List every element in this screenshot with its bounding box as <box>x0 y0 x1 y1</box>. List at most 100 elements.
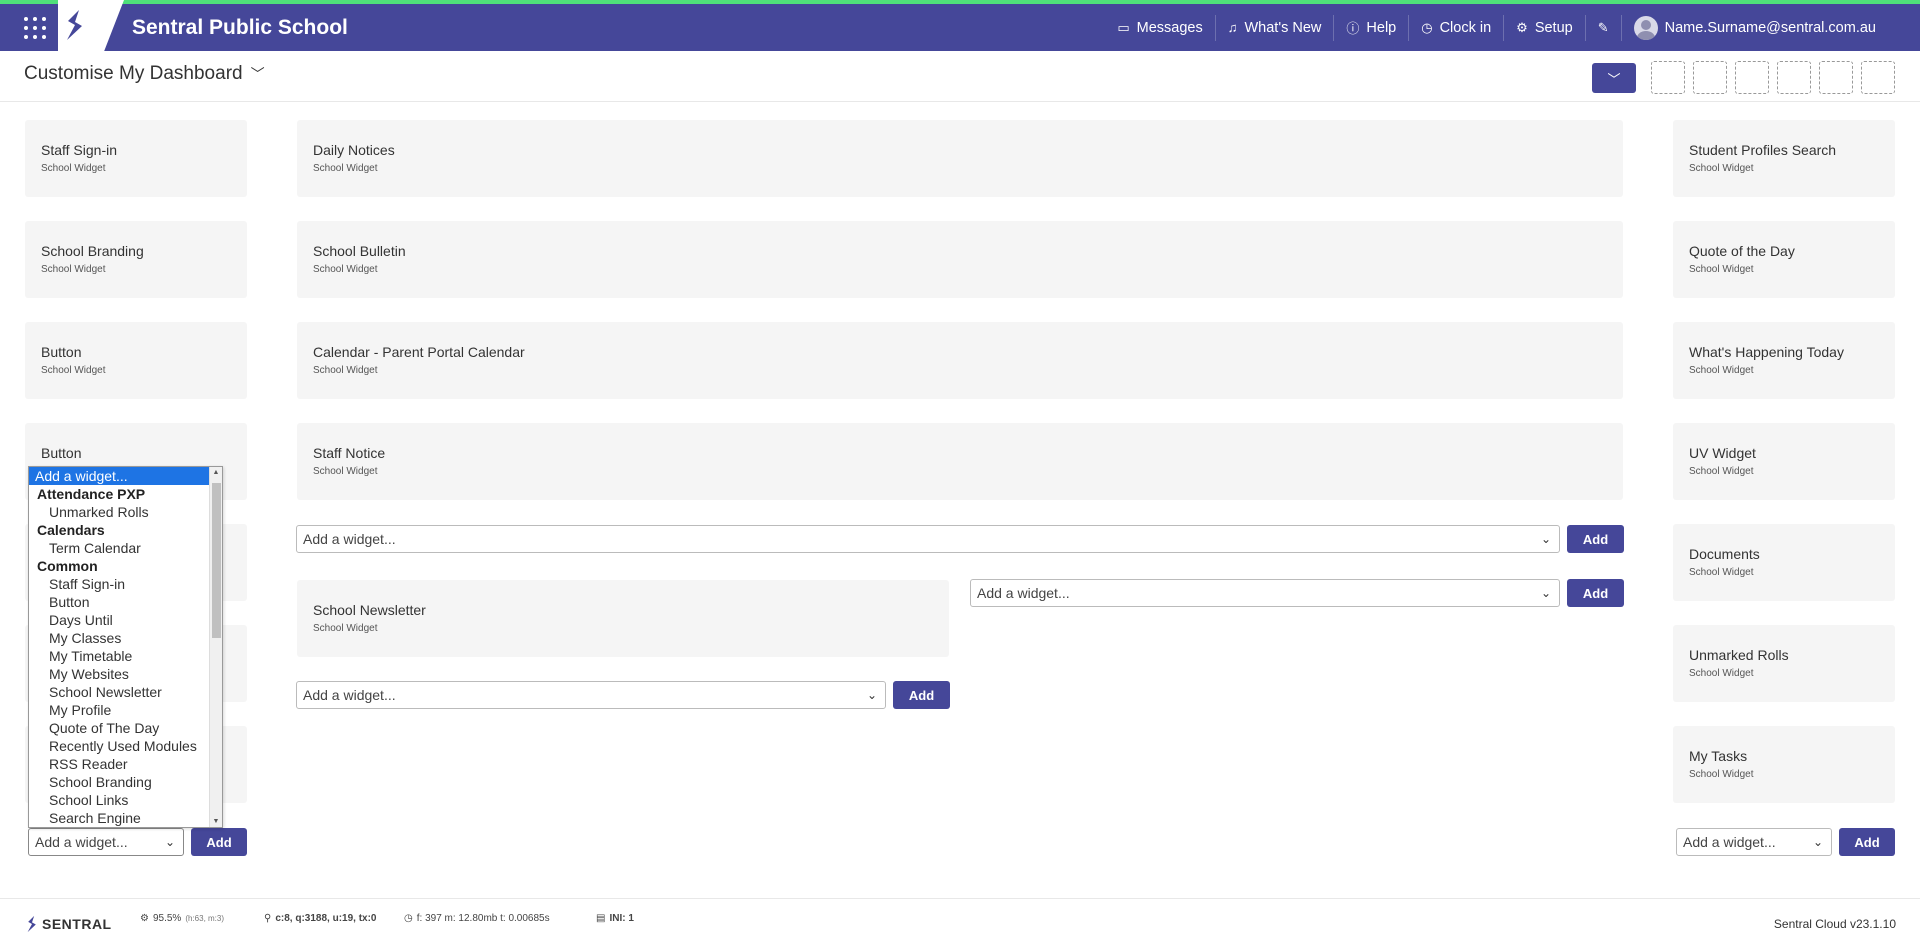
school-name: Sentral Public School <box>132 16 348 39</box>
widget-card[interactable]: Daily Notices School Widget <box>297 120 1623 197</box>
widget-subtitle: School Widget <box>1689 264 1754 275</box>
dropdown-option[interactable]: My Timetable <box>29 647 222 665</box>
chevron-down-icon: ⌄ <box>1540 532 1551 546</box>
cache-stat-value: 95.5% <box>152 913 182 924</box>
widget-card[interactable]: Staff Sign-in School Widget <box>25 120 247 197</box>
dropdown-option[interactable]: My Classes <box>29 629 222 647</box>
magic-wand-button[interactable]: ✎ <box>1586 14 1622 41</box>
setup-link[interactable]: ⚙ Setup <box>1504 14 1586 41</box>
layout-option[interactable] <box>1693 61 1727 94</box>
dropdown-option[interactable]: Button <box>29 593 222 611</box>
widget-card[interactable]: Button School Widget <box>25 322 247 399</box>
widget-card[interactable]: Student Profiles Search School Widget <box>1673 120 1895 197</box>
scroll-down-icon[interactable]: ▼ <box>210 818 222 825</box>
widget-card[interactable]: Unmarked Rolls School Widget <box>1673 625 1895 702</box>
add-widget-select[interactable]: Add a widget... ⌄ <box>296 525 1560 553</box>
sentral-s-icon <box>67 10 82 40</box>
gears-icon: ⚙ <box>140 913 149 924</box>
user-menu[interactable]: Name.Surname@sentral.com.au <box>1622 15 1888 41</box>
clock-in-link[interactable]: ◷ Clock in <box>1409 14 1505 41</box>
dropdown-group-label: Common <box>37 558 98 574</box>
layout-option[interactable] <box>1861 61 1895 94</box>
dropdown-option-selected[interactable]: Add a widget... <box>29 467 222 485</box>
dropdown-group-label: Attendance PXP <box>37 486 146 502</box>
layout-option[interactable] <box>1735 61 1769 94</box>
add-widget-button[interactable]: Add <box>893 681 950 709</box>
customise-dashboard-dropdown[interactable]: Customise My Dashboard ﹀ <box>24 63 265 85</box>
sentral-logo[interactable] <box>58 0 124 51</box>
widget-card[interactable]: School Bulletin School Widget <box>297 221 1623 298</box>
top-navigation-bar: Sentral Public School ▭ Messages ♫ What'… <box>0 0 1920 51</box>
add-widget-select[interactable]: Add a widget... ⌄ <box>296 681 886 709</box>
dropdown-option[interactable]: Quote of The Day <box>29 719 222 737</box>
add-widget-select-value: Add a widget... <box>303 687 396 703</box>
widget-subtitle: School Widget <box>313 163 378 174</box>
help-link[interactable]: ⓘ Help <box>1334 14 1410 41</box>
dropdown-option[interactable]: Search Engine <box>29 809 222 827</box>
widget-card[interactable]: My Tasks School Widget <box>1673 726 1895 803</box>
dropdown-option[interactable]: Recently Used Modules <box>29 737 222 755</box>
clock-icon: ◷ <box>404 913 413 924</box>
add-widget-dropdown-list[interactable]: Add a widget... Attendance PXP Unmarked Ro… <box>28 466 223 828</box>
dropdown-option[interactable]: My Profile <box>29 701 222 719</box>
dropdown-option[interactable]: School Links <box>29 791 222 809</box>
dropdown-option[interactable]: School Branding <box>29 773 222 791</box>
add-widget-button[interactable]: Add <box>1567 525 1624 553</box>
widget-title: Documents <box>1689 546 1760 562</box>
widget-title: Quote of the Day <box>1689 243 1795 259</box>
app-launcher-icon[interactable] <box>24 17 46 39</box>
widget-card[interactable]: Quote of the Day School Widget <box>1673 221 1895 298</box>
scrollbar[interactable]: ▲ ▼ <box>209 467 222 827</box>
chevron-down-icon: ⌄ <box>1540 586 1551 600</box>
widget-card[interactable]: School Newsletter School Widget <box>297 580 949 657</box>
widget-card[interactable]: Calendar - Parent Portal Calendar School… <box>297 322 1623 399</box>
layout-option[interactable] <box>1651 61 1685 94</box>
widget-subtitle: School Widget <box>41 264 106 275</box>
dropdown-option[interactable]: Term Calendar <box>29 539 222 557</box>
widget-subtitle: School Widget <box>313 623 378 634</box>
chevron-down-icon: ﹀ <box>250 66 265 82</box>
dropdown-option[interactable]: Staff Sign-in <box>29 575 222 593</box>
dropdown-option[interactable]: School Newsletter <box>29 683 222 701</box>
widget-card[interactable]: School Branding School Widget <box>25 221 247 298</box>
dropdown-option[interactable]: My Websites <box>29 665 222 683</box>
add-widget-button[interactable]: Add <box>1567 579 1624 607</box>
setup-label: Setup <box>1534 19 1573 36</box>
add-widget-select[interactable]: Add a widget... ⌄ <box>970 579 1560 607</box>
widget-card[interactable]: Staff Notice School Widget <box>297 423 1623 500</box>
ini-stat: ▤ INI: 1 <box>596 913 634 924</box>
layout-option[interactable] <box>1819 61 1853 94</box>
search-icon: ⚲ <box>264 913 272 924</box>
widget-subtitle: School Widget <box>1689 466 1754 477</box>
widget-subtitle: School Widget <box>1689 769 1754 780</box>
top-nav-menu: ▭ Messages ♫ What's New ⓘ Help ◷ Clock i… <box>1105 4 1888 51</box>
add-widget-select[interactable]: Add a widget... ⌄ <box>1676 828 1832 856</box>
page-footer: SENTRAL ⚙ 95.5% (h:63, m:3) ⚲ c:8, q:318… <box>0 898 1920 947</box>
add-widget-button[interactable]: Add <box>1839 828 1895 856</box>
chevron-down-icon: ⌄ <box>866 688 877 702</box>
dropdown-option[interactable]: Days Until <box>29 611 222 629</box>
whats-new-link[interactable]: ♫ What's New <box>1216 14 1335 41</box>
user-email: Name.Surname@sentral.com.au <box>1664 19 1876 36</box>
add-widget-button[interactable]: Add <box>191 828 247 856</box>
layout-option[interactable] <box>1777 61 1811 94</box>
widget-subtitle: School Widget <box>313 365 378 376</box>
widget-card[interactable]: UV Widget School Widget <box>1673 423 1895 500</box>
layout-dropdown-button[interactable]: ﹀ <box>1592 63 1636 93</box>
chevron-down-icon: ﹀ <box>1607 71 1621 87</box>
widget-card[interactable]: What's Happening Today School Widget <box>1673 322 1895 399</box>
widget-subtitle: School Widget <box>313 264 378 275</box>
messages-label: Messages <box>1136 19 1203 36</box>
dropdown-option[interactable]: RSS Reader <box>29 755 222 773</box>
scroll-up-icon[interactable]: ▲ <box>210 469 222 476</box>
dropdown-option[interactable]: Unmarked Rolls <box>29 503 222 521</box>
chevron-down-icon: ⌄ <box>1812 835 1823 849</box>
messages-link[interactable]: ▭ Messages <box>1105 14 1216 41</box>
add-widget-select[interactable]: Add a widget... ⌄ <box>28 828 184 856</box>
add-widget-select-value: Add a widget... <box>977 585 1070 601</box>
scrollbar-thumb[interactable] <box>212 483 221 638</box>
help-icon: ⓘ <box>1346 21 1360 36</box>
widget-title: Daily Notices <box>313 142 395 158</box>
widget-subtitle: School Widget <box>41 365 106 376</box>
widget-card[interactable]: Documents School Widget <box>1673 524 1895 601</box>
